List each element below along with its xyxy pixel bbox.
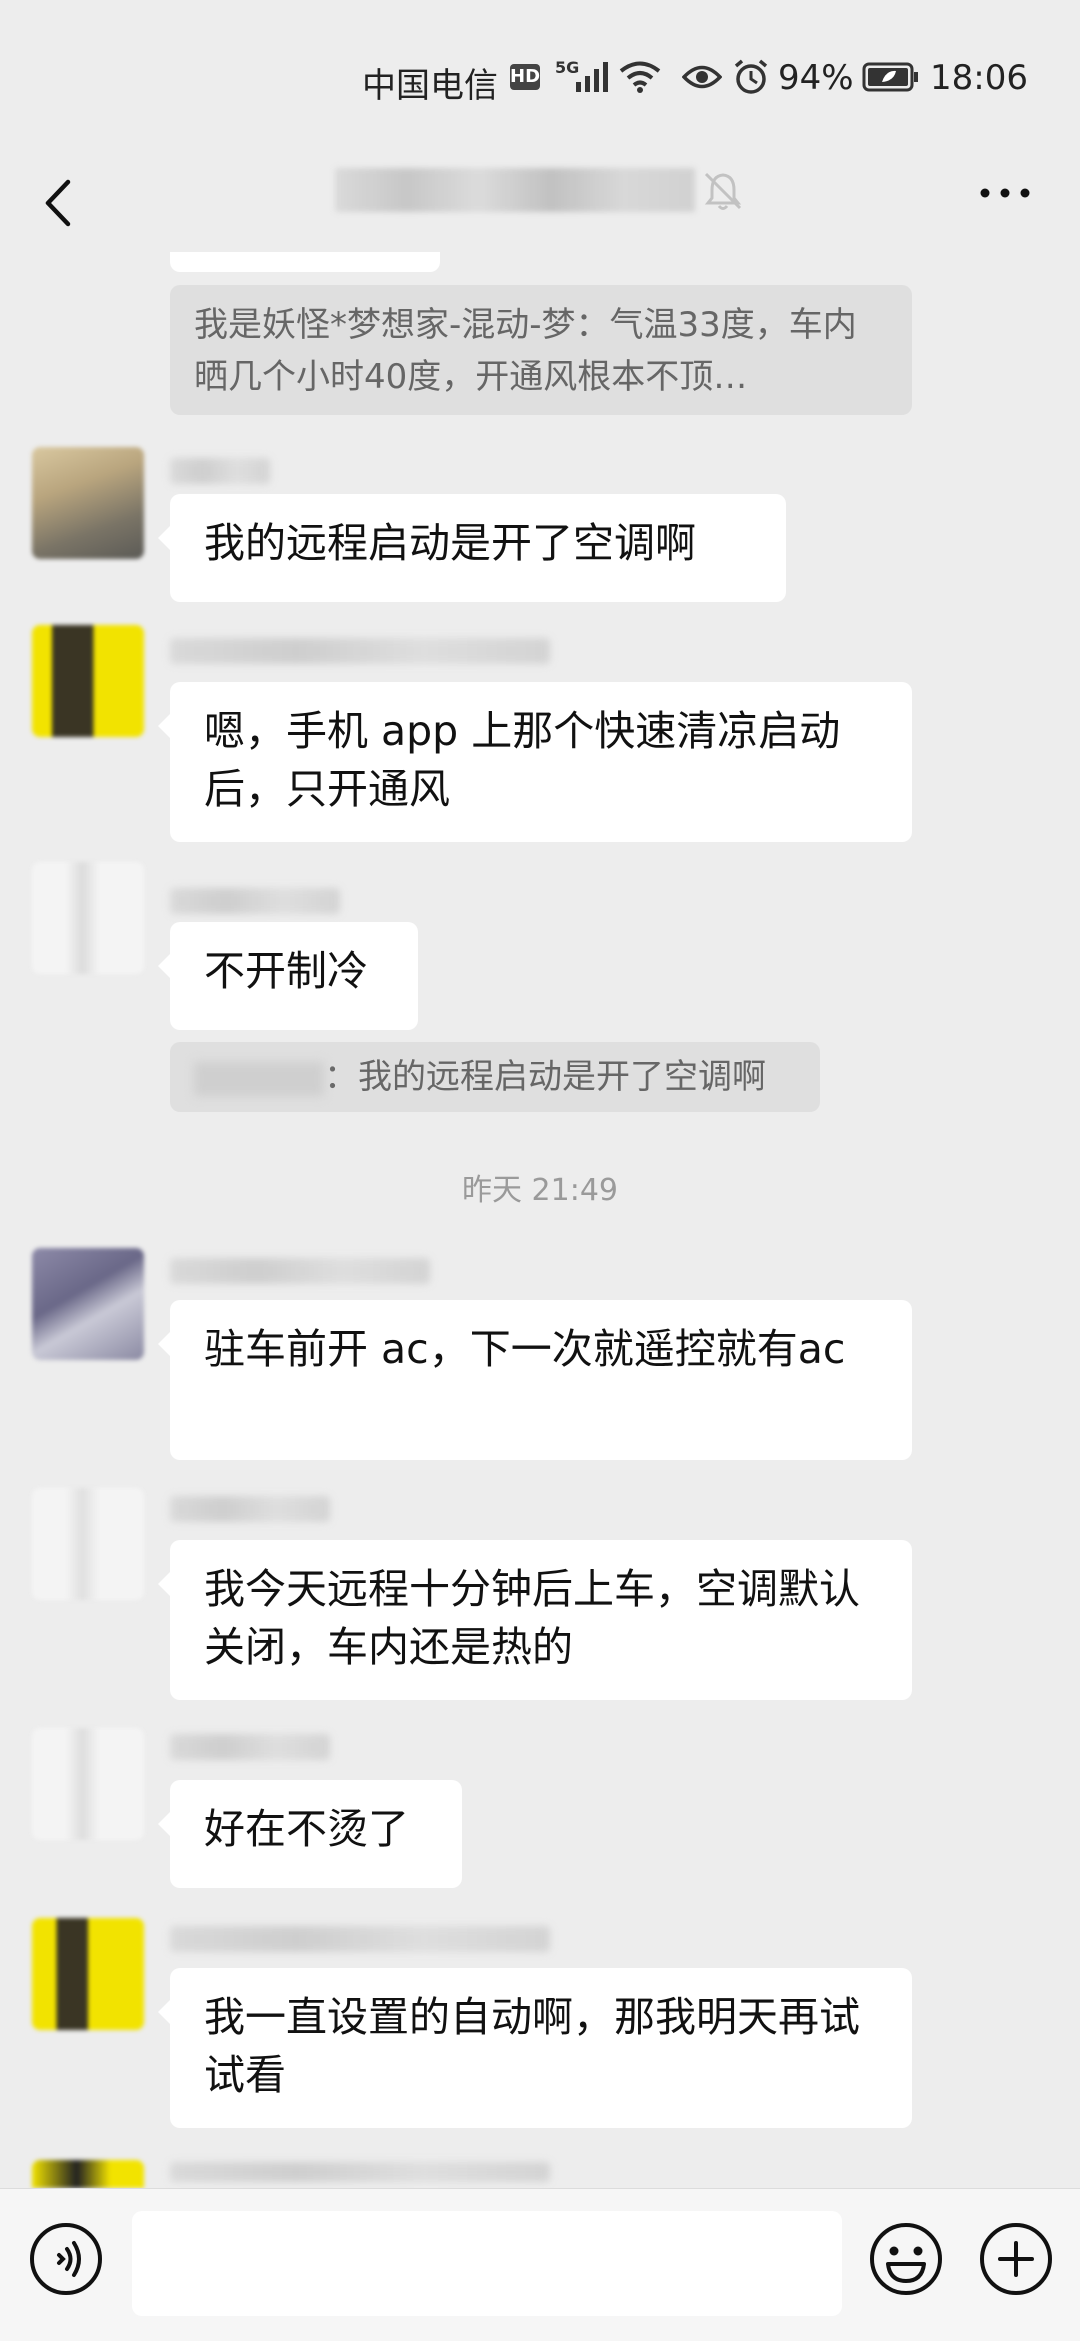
partial-message-bubble	[170, 252, 440, 272]
avatar[interactable]	[32, 625, 144, 737]
message-bubble[interactable]: 好在不烫了	[158, 1780, 462, 1888]
carrier-label: 中国电信	[362, 66, 498, 106]
voice-icon[interactable]	[26, 2219, 106, 2299]
message-text: 我的远程启动是开了空调啊	[204, 519, 696, 567]
avatar[interactable]	[32, 2160, 144, 2188]
clock-time: 18:06	[930, 58, 1028, 98]
sender-name-redacted	[170, 458, 270, 484]
sender-name-redacted	[170, 1734, 330, 1760]
message-text: 驻车前开 ac，下一次就遥控就有ac	[204, 1325, 846, 1373]
message-bubble[interactable]: 嗯，手机 app 上那个快速清凉启动后，只开通风	[158, 682, 912, 842]
message-bubble[interactable]: 我今天远程十分钟后上车，空调默认关闭，车内还是热的	[158, 1540, 912, 1700]
avatar[interactable]	[32, 1248, 144, 1360]
sender-name-redacted	[170, 888, 340, 914]
sender-name-redacted	[170, 1926, 550, 1952]
timestamp: 昨天 21:49	[462, 1173, 618, 1208]
message-text: 好在不烫了	[204, 1805, 409, 1853]
back-chevron-icon[interactable]	[30, 168, 90, 238]
message-text: 不开制冷	[204, 947, 368, 995]
quoted-sender-redacted	[194, 1061, 324, 1096]
quoted-message-text: ：我的远程启动是开了空调啊	[324, 1057, 766, 1097]
sender-name-redacted	[170, 1496, 330, 1522]
battery-percent: 94%	[778, 58, 854, 98]
message-bubble[interactable]: 不开制冷	[158, 922, 418, 1030]
alarm-icon	[734, 59, 768, 94]
quoted-message[interactable]: ：我的远程启动是开了空调啊	[170, 1042, 820, 1112]
more-dots-icon[interactable]	[975, 178, 1035, 208]
emoji-icon[interactable]	[866, 2219, 946, 2299]
avatar[interactable]	[32, 447, 144, 559]
message-bubble[interactable]: 我的远程启动是开了空调啊	[158, 494, 786, 602]
avatar[interactable]	[32, 1918, 144, 2030]
sender-name-redacted	[170, 638, 550, 664]
sender-name-redacted	[170, 2162, 550, 2182]
status-bar: 中国电信 HD 5G 94% 18:06	[0, 0, 1080, 150]
input-bar	[0, 2188, 1080, 2341]
chat-title-redacted	[335, 168, 695, 212]
message-bubble[interactable]: 驻车前开 ac，下一次就遥控就有ac	[158, 1300, 912, 1460]
eye-icon	[682, 65, 722, 89]
sender-name-redacted	[170, 1258, 430, 1284]
quoted-message-text: 我是妖怪*梦想家-混动-梦：气温33度，车内晒几个小时40度，开通风根本不顶…	[194, 305, 857, 397]
avatar[interactable]	[32, 1728, 144, 1840]
message-input[interactable]	[132, 2211, 842, 2316]
plus-icon[interactable]	[976, 2219, 1056, 2299]
avatar[interactable]	[32, 862, 144, 974]
message-text: 我今天远程十分钟后上车，空调默认关闭，车内还是热的	[204, 1565, 860, 1671]
quoted-message[interactable]: 我是妖怪*梦想家-混动-梦：气温33度，车内晒几个小时40度，开通风根本不顶…	[170, 285, 912, 415]
bell-off-icon	[704, 172, 742, 210]
battery-icon	[862, 62, 918, 92]
message-text: 嗯，手机 app 上那个快速清凉启动后，只开通风	[204, 707, 841, 813]
signal-icon	[576, 62, 608, 92]
wifi-icon	[619, 61, 661, 93]
message-text: 我一直设置的自动啊，那我明天再试试看	[204, 1993, 860, 2099]
message-bubble[interactable]: 我一直设置的自动啊，那我明天再试试看	[158, 1968, 912, 2128]
hd-badge: HD	[510, 64, 540, 90]
avatar[interactable]	[32, 1488, 144, 1600]
